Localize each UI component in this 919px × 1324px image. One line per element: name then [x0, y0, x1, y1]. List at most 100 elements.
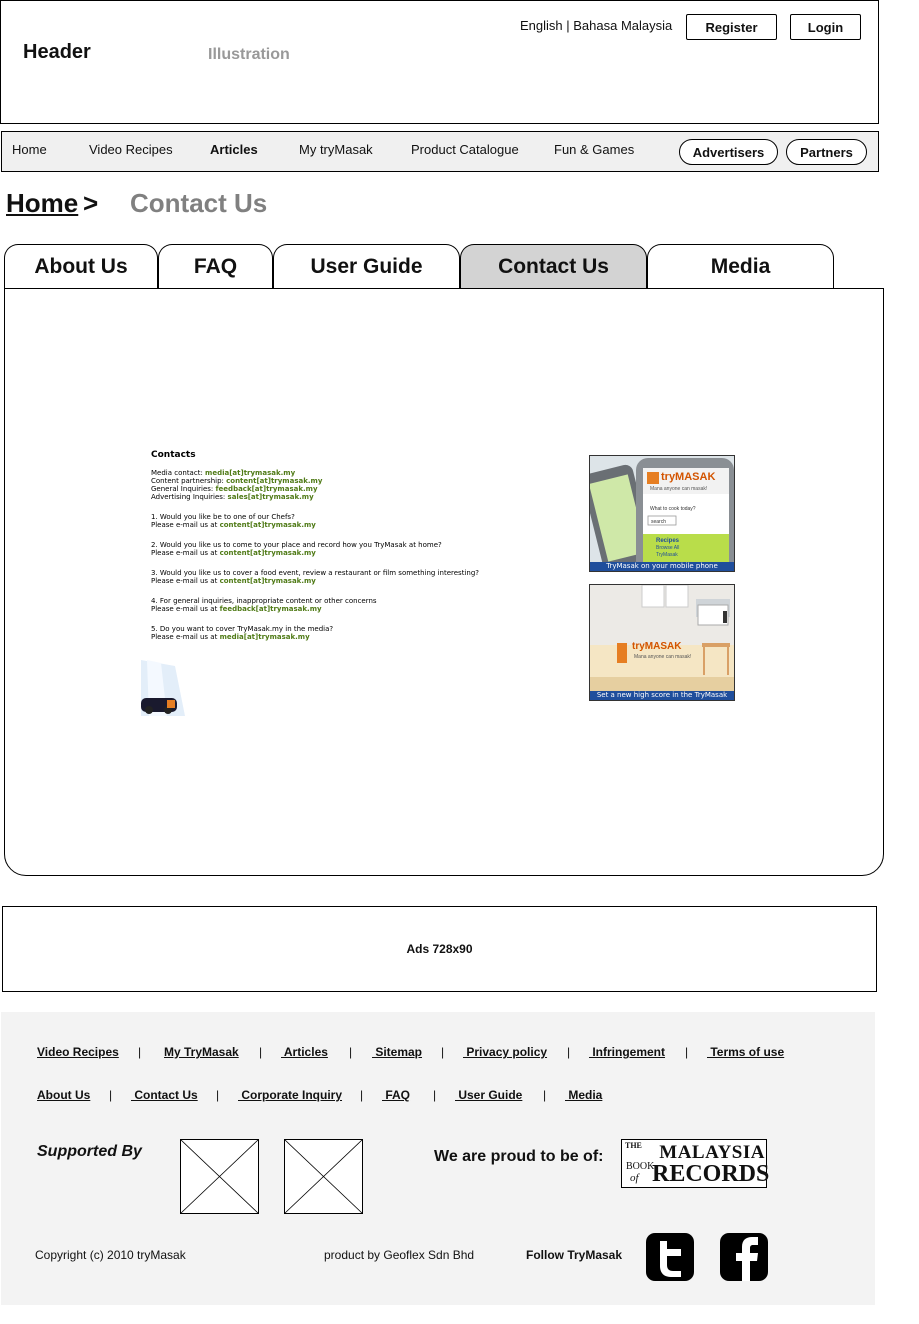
header-title: Header: [23, 41, 91, 63]
contact-line: Media contact: media[at]trymasak.my: [151, 469, 551, 477]
footer-separator: |: [567, 1045, 571, 1059]
contact-line-label: Media contact:: [151, 469, 203, 477]
follow-label: Follow TryMasak: [526, 1248, 623, 1262]
footer-link-media[interactable]: Media: [565, 1088, 602, 1102]
mbr-book: BOOK: [626, 1161, 655, 1172]
contact-line: General Inquiries: feedback[at]trymasak.…: [151, 485, 551, 493]
nav-item-my-trymasak[interactable]: My tryMasak: [299, 142, 373, 157]
game-promo-banner[interactable]: tryMASAK Mana anyone can masak! Set a ne…: [589, 584, 735, 701]
game-promo-tagline: Mana anyone can masak!: [634, 654, 692, 660]
question-email-link[interactable]: content[at]trymasak.my: [220, 577, 316, 585]
nav-item-video-recipes[interactable]: Video Recipes: [89, 142, 173, 157]
contact-line-label: Advertising Inquiries:: [151, 493, 226, 501]
twitter-icon[interactable]: [646, 1233, 694, 1281]
question-prefix: Please e-mail us at: [151, 605, 218, 613]
faq-question: 1. Would you like be to one of our Chefs…: [151, 513, 551, 529]
footer-link-terms-of-use[interactable]: Terms of use: [707, 1045, 784, 1059]
mobile-promo-brand: tryMASAK: [661, 471, 716, 483]
ad-slot[interactable]: Ads 728x90: [2, 906, 877, 992]
nav-item-home[interactable]: Home: [12, 142, 47, 157]
question-email-link[interactable]: media[at]trymasak.my: [220, 633, 310, 641]
nav-item-product-catalogue[interactable]: Product Catalogue: [411, 142, 519, 157]
faq-question: 4. For general inquiries, inappropriate …: [151, 597, 551, 613]
footer-link-contact-us[interactable]: Contact Us: [131, 1088, 197, 1102]
footer-separator: |: [349, 1045, 353, 1059]
contact-email-link[interactable]: feedback[at]trymasak.my: [216, 485, 318, 493]
footer-link-video-recipes[interactable]: Video Recipes: [37, 1045, 119, 1059]
malaysia-book-of-records-logo[interactable]: THE MALAYSIA BOOK of RECORDS: [621, 1139, 770, 1188]
question-prefix: Please e-mail us at: [151, 577, 218, 585]
sponsor-logo-placeholder[interactable]: [284, 1139, 363, 1214]
footer-link-my-trymasak[interactable]: My TryMasak: [164, 1045, 239, 1059]
tab-media[interactable]: Media: [647, 244, 834, 288]
footer-link-about-us[interactable]: About Us: [37, 1088, 90, 1102]
faq-question: 3. Would you like us to cover a food eve…: [151, 569, 551, 585]
question-email-link[interactable]: feedback[at]trymasak.my: [220, 605, 322, 613]
question-text: 5. Do you want to cover TryMasak.my in t…: [151, 625, 334, 633]
contact-email-link[interactable]: content[at]trymasak.my: [226, 477, 322, 485]
breadcrumb-current: Contact Us: [130, 188, 268, 218]
contact-email-link[interactable]: media[at]trymasak.my: [205, 469, 295, 477]
contact-email-link[interactable]: sales[at]trymasak.my: [228, 493, 314, 501]
advertisers-button[interactable]: Advertisers: [679, 139, 778, 165]
faq-question: 2. Would you like us to come to your pla…: [151, 541, 551, 557]
question-email-link[interactable]: content[at]trymasak.my: [220, 521, 316, 529]
question-email-link[interactable]: content[at]trymasak.my: [220, 549, 316, 557]
mbr-records: RECORDS: [652, 1161, 770, 1187]
tab-user-guide[interactable]: User Guide: [273, 244, 460, 288]
question-text: 2. Would you like us to come to your pla…: [151, 541, 442, 549]
partners-button[interactable]: Partners: [786, 139, 867, 165]
footer-link-faq[interactable]: FAQ: [382, 1088, 410, 1102]
proud-label: We are proud to be of:: [434, 1148, 604, 1165]
footer-link-corporate-inquiry[interactable]: Corporate Inquiry: [238, 1088, 342, 1102]
footer-separator: |: [441, 1045, 445, 1059]
footer-separator: |: [685, 1045, 689, 1059]
header-illustration-label: Illustration: [208, 46, 290, 63]
tab-about-us[interactable]: About Us: [4, 244, 158, 288]
game-promo-brand: tryMASAK: [632, 641, 682, 652]
nav-item-fun-games[interactable]: Fun & Games: [554, 142, 634, 157]
footer-link-articles[interactable]: Articles: [281, 1045, 328, 1059]
question-text: 1. Would you like be to one of our Chefs…: [151, 513, 295, 521]
footer-link-sitemap[interactable]: Sitemap: [372, 1045, 422, 1059]
mobile-promo-browse: Browse All: [656, 545, 680, 551]
footer-separator: |: [216, 1088, 220, 1102]
footer-link-user-guide[interactable]: User Guide: [455, 1088, 522, 1102]
footer-link-infringement[interactable]: Infringement: [589, 1045, 665, 1059]
question-prefix: Please e-mail us at: [151, 549, 218, 557]
copyright-text: Copyright (c) 2010 tryMasak: [35, 1248, 186, 1262]
mobile-promo-caption: TryMasak on your mobile phone: [590, 562, 734, 571]
nav-item-articles[interactable]: Articles: [210, 142, 258, 157]
question-text: 3. Would you like us to cover a food eve…: [151, 569, 479, 577]
product-by-text: product by Geoflex Sdn Bhd: [324, 1248, 475, 1262]
facebook-icon[interactable]: [720, 1233, 768, 1281]
question-text: 4. For general inquiries, inappropriate …: [151, 597, 377, 605]
sponsor-logo-placeholder[interactable]: [180, 1139, 259, 1214]
footer-separator: |: [259, 1045, 263, 1059]
question-prefix: Please e-mail us at: [151, 633, 218, 641]
breadcrumb-home-link[interactable]: Home: [6, 188, 78, 219]
mobile-promo-banner[interactable]: tryMASAK Mana anyone can masak! What to …: [589, 455, 735, 572]
contact-lines: Media contact: media[at]trymasak.my Cont…: [151, 469, 551, 501]
footer-separator: |: [433, 1088, 437, 1102]
login-button[interactable]: Login: [790, 14, 861, 40]
contact-line: Advertising Inquiries: sales[at]trymasak…: [151, 493, 551, 501]
language-switcher[interactable]: English | Bahasa Malaysia: [520, 18, 672, 33]
decorative-image-fragment: [141, 660, 185, 716]
contact-line-label: General Inquiries:: [151, 485, 214, 493]
contact-line: Content partnership: content[at]trymasak…: [151, 477, 551, 485]
contacts-heading: Contacts: [151, 450, 196, 460]
mobile-promo-recipes: Recipes: [656, 538, 680, 544]
tab-contact-us[interactable]: Contact Us: [460, 244, 647, 288]
footer-separator: |: [109, 1088, 113, 1102]
tab-faq[interactable]: FAQ: [158, 244, 273, 288]
contacts-block: Contacts Media contact: media[at]trymasa…: [151, 451, 551, 653]
breadcrumb-separator: >: [83, 188, 99, 218]
footer-separator: |: [543, 1088, 547, 1102]
footer-separator: |: [360, 1088, 364, 1102]
register-button[interactable]: Register: [686, 14, 777, 40]
mobile-promo-field: What to cook today?: [650, 506, 696, 512]
footer-link-privacy-policy[interactable]: Privacy policy: [463, 1045, 547, 1059]
question-prefix: Please e-mail us at: [151, 521, 218, 529]
mbr-of: of: [630, 1172, 639, 1184]
